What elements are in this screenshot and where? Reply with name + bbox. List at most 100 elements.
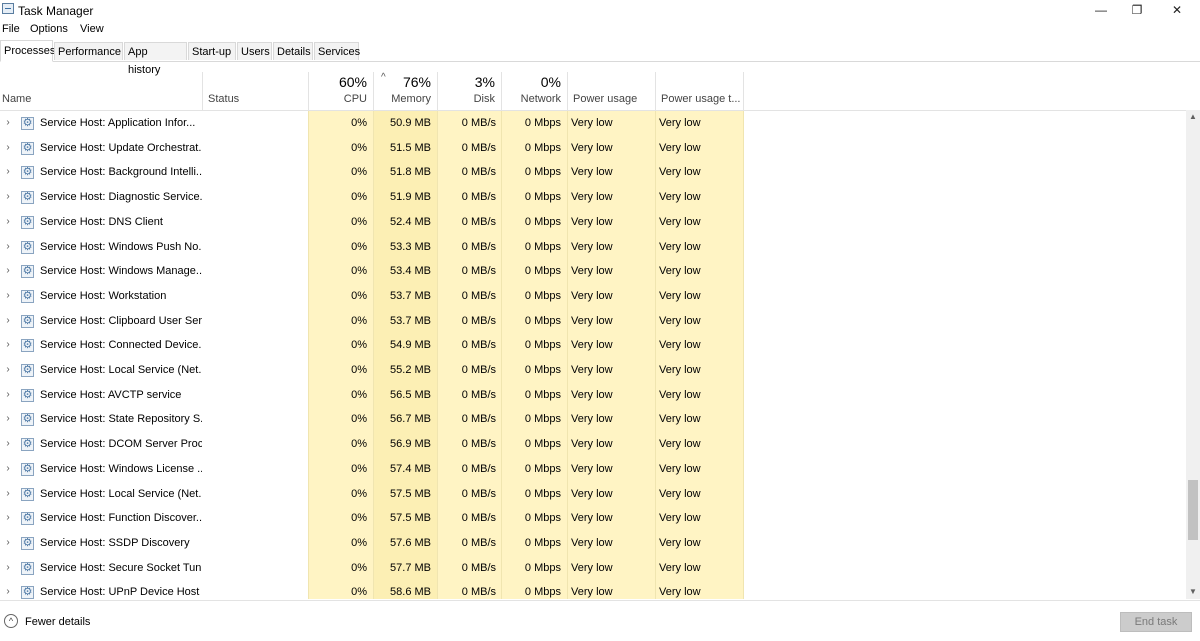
expand-chevron-icon[interactable]: › [3, 556, 13, 581]
table-row[interactable]: › Service Host: Clipboard User Ser... 0% 53… [0, 309, 1186, 334]
expand-chevron-icon[interactable]: › [3, 482, 13, 507]
network-total: 0% [540, 74, 561, 90]
collapse-icon[interactable]: ^ [4, 614, 18, 628]
table-row[interactable]: › Service Host: Windows Manage... 0% 53.4 M… [0, 259, 1186, 284]
service-host-icon [21, 411, 34, 427]
tab-performance[interactable]: Performance [54, 42, 123, 60]
tab-app-history[interactable]: App history [124, 42, 187, 76]
scroll-down-icon[interactable]: ▼ [1186, 585, 1200, 599]
table-row[interactable]: › Service Host: Windows Push No... 0% 53.3 … [0, 235, 1186, 260]
expand-chevron-icon[interactable]: › [3, 407, 13, 432]
expand-chevron-icon[interactable]: › [3, 333, 13, 358]
tab-users[interactable]: Users [237, 42, 272, 60]
menu-file[interactable]: File [2, 23, 20, 35]
scroll-up-icon[interactable]: ▲ [1186, 110, 1200, 124]
table-row[interactable]: › Service Host: Local Service (Net... 0% 57… [0, 482, 1186, 507]
table-row[interactable]: › Service Host: UPnP Device Host 0% 58.6 MB… [0, 580, 1186, 599]
cell-network: 0 Mbps [524, 388, 561, 401]
expand-chevron-icon[interactable]: › [3, 358, 13, 383]
header-name[interactable]: Name [0, 62, 202, 110]
cell-network: 0 Mbps [524, 561, 561, 574]
cell-memory: 55.2 MB [390, 364, 431, 376]
cell-network: 0 Mbps [524, 339, 561, 352]
service-host-icon [21, 584, 34, 599]
cell-cpu: 0% [351, 265, 367, 278]
table-row[interactable]: › Service Host: DCOM Server Proc... 0% 56.9… [0, 432, 1186, 457]
menu-view[interactable]: View [80, 23, 104, 35]
table-row[interactable]: › Service Host: AVCTP service 0% 56.5 MB 0 M… [0, 383, 1186, 408]
expand-chevron-icon[interactable]: › [3, 259, 13, 284]
table-row[interactable]: › Service Host: Local Service (Net... 0% 55… [0, 358, 1186, 383]
expand-chevron-icon[interactable]: › [3, 235, 13, 260]
end-task-button[interactable]: End task [1120, 612, 1192, 632]
scroll-thumb[interactable] [1188, 480, 1198, 540]
table-row[interactable]: › Service Host: Connected Device... 0% 54.9… [0, 333, 1186, 358]
vertical-scrollbar[interactable]: ▲ ▼ [1186, 110, 1200, 599]
expand-chevron-icon[interactable]: › [3, 580, 13, 599]
cell-power-trend: Very low [659, 561, 701, 574]
header-disk[interactable]: 3% Disk [437, 62, 501, 110]
table-row[interactable]: › Service Host: Workstation 0% 53.7 MB 0 MB/… [0, 284, 1186, 309]
cell-power: Very low [571, 462, 613, 475]
cell-cpu: 0% [351, 586, 367, 599]
cell-network: 0 Mbps [524, 586, 561, 599]
expand-chevron-icon[interactable]: › [3, 136, 13, 161]
column-header: Name Status 60% CPU 76% Memory 3% Disk 0… [0, 62, 1200, 111]
expand-chevron-icon[interactable]: › [3, 185, 13, 210]
tab-start-up[interactable]: Start-up [188, 42, 236, 60]
tab-details[interactable]: Details [273, 42, 313, 60]
menu-options[interactable]: Options [30, 23, 68, 35]
header-power-usage[interactable]: Power usage [567, 62, 655, 110]
cell-memory: 51.9 MB [390, 191, 431, 204]
table-row[interactable]: › Service Host: Application Infor... 0% 50.… [0, 111, 1186, 136]
header-network[interactable]: 0% Network [501, 62, 567, 110]
tab-services[interactable]: Services [314, 42, 360, 60]
cell-power-trend: Very low [659, 388, 701, 401]
expand-chevron-icon[interactable]: › [3, 531, 13, 556]
tab-processes[interactable]: Processes [0, 40, 55, 62]
cell-memory: 53.4 MB [390, 265, 431, 278]
service-host-icon [21, 115, 34, 131]
service-host-icon [21, 239, 34, 255]
table-row[interactable]: › Service Host: State Repository S... 0% 56… [0, 407, 1186, 432]
cell-disk: 0 MB/s [461, 438, 496, 451]
cell-power: Very low [571, 487, 613, 500]
table-row[interactable]: › Service Host: Secure Socket Tun... 0% 57.… [0, 556, 1186, 581]
expand-chevron-icon[interactable]: › [3, 210, 13, 235]
header-cpu[interactable]: 60% CPU [308, 62, 373, 110]
process-name: Service Host: Application Infor... [40, 117, 196, 129]
cell-network: 0 Mbps [524, 289, 561, 302]
cell-power-trend: Very low [659, 487, 701, 500]
header-divider[interactable] [743, 72, 744, 110]
expand-chevron-icon[interactable]: › [3, 309, 13, 334]
header-disk-label: Disk [473, 93, 495, 105]
expand-chevron-icon[interactable]: › [3, 111, 13, 136]
header-status[interactable]: Status [202, 62, 308, 110]
expand-chevron-icon[interactable]: › [3, 160, 13, 185]
header-power-trend[interactable]: Power usage t... [655, 62, 743, 110]
cell-memory: 53.7 MB [390, 314, 431, 327]
expand-chevron-icon[interactable]: › [3, 506, 13, 531]
table-row[interactable]: › Service Host: SSDP Discovery 0% 57.6 MB 0 … [0, 531, 1186, 556]
table-row[interactable]: › Service Host: DNS Client 0% 52.4 MB 0 MB/s… [0, 210, 1186, 235]
expand-chevron-icon[interactable]: › [3, 383, 13, 408]
service-host-icon [21, 486, 34, 502]
expand-chevron-icon[interactable]: › [3, 457, 13, 482]
table-row[interactable]: › Service Host: Background Intelli... 0% 51… [0, 160, 1186, 185]
cell-memory: 53.3 MB [390, 240, 431, 253]
header-cpu-label: CPU [343, 93, 367, 105]
cell-power: Very low [571, 117, 613, 129]
cell-power: Very low [571, 339, 613, 352]
expand-chevron-icon[interactable]: › [3, 432, 13, 457]
cell-power: Very low [571, 314, 613, 327]
disk-total: 3% [474, 74, 495, 90]
table-row[interactable]: › Service Host: Function Discover... 0% 57.… [0, 506, 1186, 531]
table-row[interactable]: › Service Host: Diagnostic Service... 0% 51… [0, 185, 1186, 210]
table-row[interactable]: › Service Host: Update Orchestrat... 0% 51.… [0, 136, 1186, 161]
header-memory[interactable]: 76% Memory [373, 62, 437, 110]
close-button[interactable]: ✕ [1154, 0, 1200, 20]
table-row[interactable]: › Service Host: Windows License ... 0% 57.4… [0, 457, 1186, 482]
cell-memory: 51.8 MB [390, 166, 431, 179]
fewer-details-link[interactable]: Fewer details [25, 616, 90, 628]
expand-chevron-icon[interactable]: › [3, 284, 13, 309]
